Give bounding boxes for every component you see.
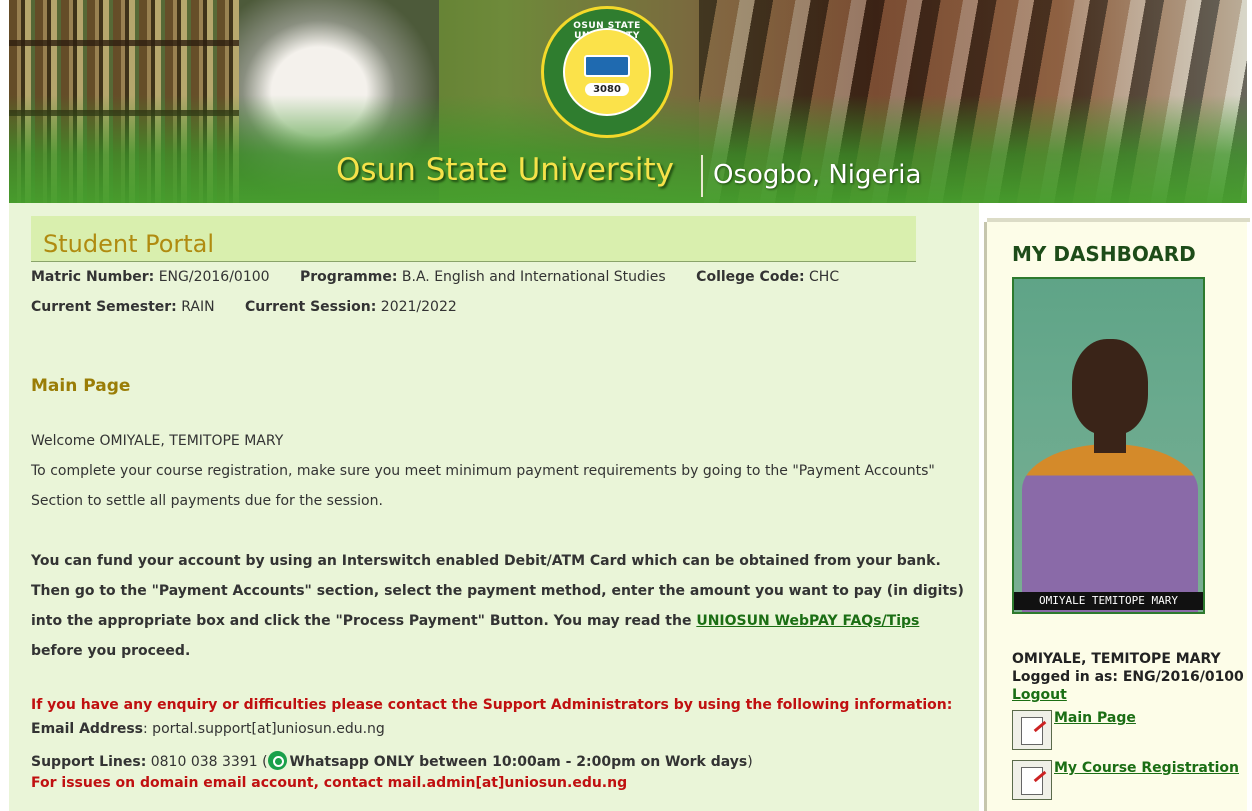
document-edit-icon <box>1012 710 1052 750</box>
section-title: Main Page <box>31 376 131 396</box>
logo-emblem: 3080 <box>563 28 651 116</box>
support-label: Support Lines: <box>31 754 147 770</box>
dashboard-sidebar: MY DASHBOARD OMIYALE TEMITOPE MARY OMIYA… <box>984 218 1250 811</box>
funding-line-3-text: into the appropriate box and click the "… <box>31 613 697 629</box>
user-name: OMIYALE, TEMITOPE MARY <box>1012 651 1221 667</box>
instruction-line-2: Section to settle all payments due for t… <box>31 493 383 509</box>
support-close: ) <box>747 754 753 770</box>
funding-line-2: Then go to the "Payment Accounts" sectio… <box>31 583 964 599</box>
domain-email-notice: For issues on domain email account, cont… <box>31 775 628 791</box>
logo-number: 3080 <box>585 82 629 96</box>
college-value: CHC <box>809 269 840 285</box>
email-value: : portal.support[at]uniosun.edu.ng <box>143 721 385 737</box>
session-label: Current Session: <box>245 299 377 315</box>
student-info-row-2: Current Semester: RAIN Current Session: … <box>31 299 457 315</box>
email-label: Email Address <box>31 721 144 737</box>
shelf-divider <box>9 40 239 46</box>
sidebar-item-main-page[interactable]: Main Page <box>1012 710 1136 750</box>
funding-line-3: into the appropriate box and click the "… <box>31 613 919 629</box>
webpay-faq-link[interactable]: UNIOSUN WebPAY FAQs/Tips <box>696 613 919 629</box>
college-label: College Code: <box>696 269 805 285</box>
header-banner: OSUN STATE UNIVERSITY 3080 Osun State Un… <box>9 0 1247 203</box>
university-logo: OSUN STATE UNIVERSITY 3080 <box>541 6 673 138</box>
session-value: 2021/2022 <box>380 299 457 315</box>
sidebar-item-label: Main Page <box>1054 710 1136 726</box>
portal-header: Student Portal <box>31 216 916 262</box>
main-content: Student Portal Matric Number: ENG/2016/0… <box>9 203 979 811</box>
dashboard-title: MY DASHBOARD <box>1012 242 1196 266</box>
portal-title: Student Portal <box>43 230 215 258</box>
book-icon <box>584 54 630 77</box>
photo-caption: OMIYALE TEMITOPE MARY <box>1014 592 1203 610</box>
enquiry-notice: If you have any enquiry or difficulties … <box>31 697 953 713</box>
student-info-row-1: Matric Number: ENG/2016/0100 Programme: … <box>31 269 839 285</box>
university-location: Osogbo, Nigeria <box>713 160 922 190</box>
student-photo: OMIYALE TEMITOPE MARY <box>1012 277 1205 614</box>
matric-label: Matric Number: <box>31 269 155 285</box>
photo-body <box>1022 444 1198 612</box>
semester-label: Current Semester: <box>31 299 177 315</box>
logged-in-as: Logged in as: ENG/2016/0100 <box>1012 669 1244 685</box>
matric-value: ENG/2016/0100 <box>158 269 270 285</box>
support-lines: Support Lines: 0810 038 3391 ( Whatsapp O… <box>31 751 753 770</box>
sidebar-item-label: My Course Registration <box>1054 760 1239 776</box>
semester-value: RAIN <box>181 299 215 315</box>
funding-line-1: You can fund your account by using an In… <box>31 553 941 569</box>
banner-divider <box>701 155 703 197</box>
sidebar-item-course-registration[interactable]: My Course Registration <box>1012 760 1239 800</box>
whatsapp-hours: Whatsapp ONLY between 10:00am - 2:00pm o… <box>289 754 748 770</box>
welcome-text: Welcome OMIYALE, TEMITOPE MARY <box>31 433 284 449</box>
programme-value: B.A. English and International Studies <box>401 269 666 285</box>
document-edit-icon <box>1012 760 1052 800</box>
university-name: Osun State University <box>336 152 674 188</box>
instruction-line-1: To complete your course registration, ma… <box>31 463 935 479</box>
programme-label: Programme: <box>300 269 398 285</box>
photo-head <box>1072 339 1148 435</box>
sidebar-top-border <box>987 218 1250 222</box>
support-email: Email Address: portal.support[at]uniosun… <box>31 721 385 737</box>
funding-line-4: before you proceed. <box>31 643 191 659</box>
whatsapp-icon <box>267 751 287 770</box>
logout-link[interactable]: Logout <box>1012 687 1067 703</box>
support-phone: 0810 038 3391 ( <box>146 754 268 770</box>
